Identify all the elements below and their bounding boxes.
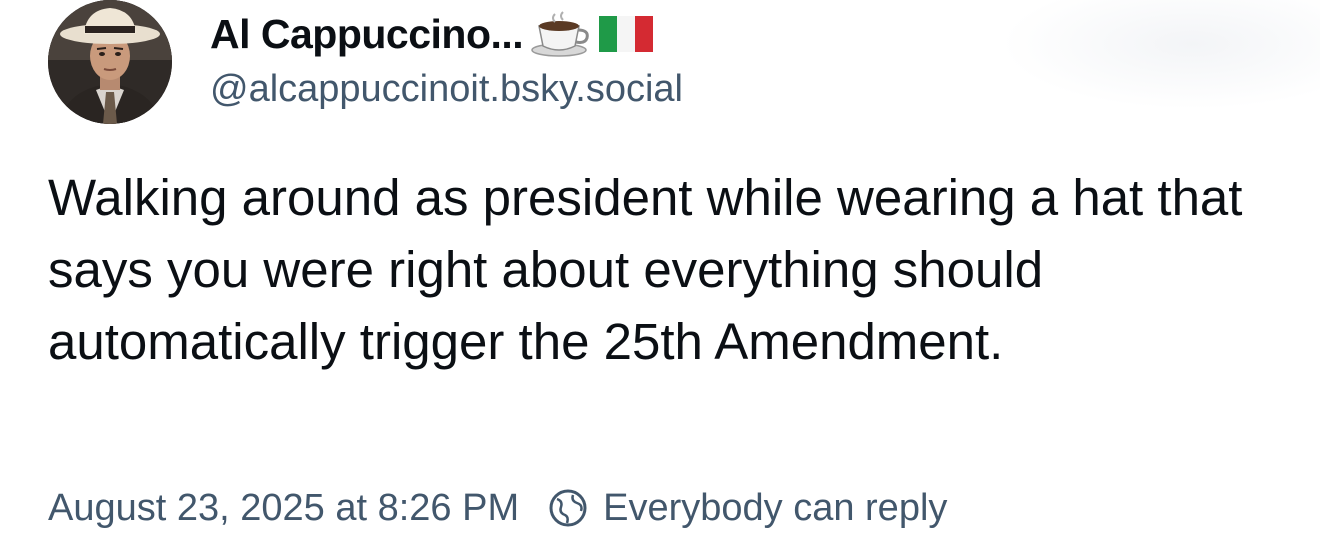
globe-icon: [549, 489, 587, 527]
post-timestamp[interactable]: August 23, 2025 at 8:26 PM: [48, 487, 519, 530]
coffee-cup-emoji-icon: [531, 11, 589, 57]
italy-flag-emoji-icon: [599, 16, 654, 52]
author-name-row: Al Cappuccino...: [210, 6, 654, 62]
post-meta-row: August 23, 2025 at 8:26 PM Everybody can…: [48, 478, 947, 538]
background-glare: [1000, 0, 1320, 110]
avatar-man-in-hat-icon: [48, 0, 172, 124]
author-handle[interactable]: @alcappuccinoit.bsky.social: [210, 68, 683, 111]
avatar[interactable]: [48, 0, 172, 124]
author-display-name[interactable]: Al Cappuccino...: [210, 11, 524, 58]
post-text: Walking around as president while wearin…: [48, 169, 1243, 370]
post-thread-item: Al Cappuccino... @alcappuccinoit.bsky.so…: [0, 0, 1320, 544]
reply-setting-button[interactable]: Everybody can reply: [547, 487, 947, 530]
reply-setting-label: Everybody can reply: [603, 486, 948, 529]
